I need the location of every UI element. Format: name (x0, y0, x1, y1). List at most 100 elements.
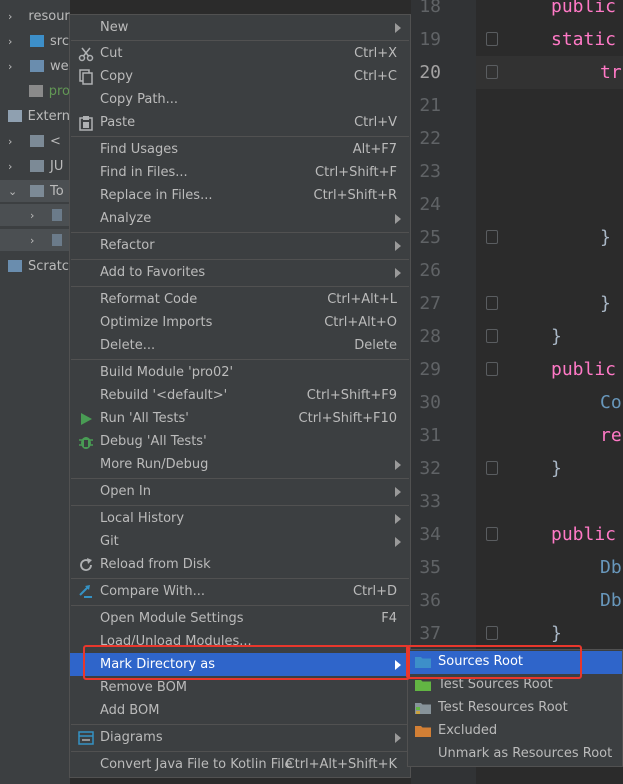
code-line: public (551, 0, 617, 17)
menu-item-open-module-settings[interactable]: Open Module Settings F4 (70, 607, 410, 630)
submenu-item-test-resources-root[interactable]: Test Resources Root (408, 697, 622, 720)
menu-item-label: Build Module 'pro02' (100, 365, 234, 380)
line-number: 18 (419, 0, 441, 17)
code-line: } (551, 623, 562, 644)
tree-row-external-libraries[interactable]: Extern (0, 105, 70, 127)
menu-item-paste[interactable]: Paste Ctrl+V (70, 111, 410, 134)
menu-item-refactor[interactable]: Refactor (70, 234, 410, 257)
tree-row-label: JU (50, 158, 64, 174)
menu-item-local-history[interactable]: Local History (70, 507, 410, 530)
file-icon (29, 85, 43, 97)
fold-marker-icon[interactable] (486, 65, 498, 79)
copy-icon (79, 68, 93, 85)
menu-item-run-tests[interactable]: Run 'All Tests' Ctrl+Shift+F10 (70, 407, 410, 430)
menu-separator (71, 478, 409, 479)
menu-item-label: Replace in Files... (100, 188, 213, 203)
menu-item-analyze[interactable]: Analyze (70, 207, 410, 230)
menu-item-convert-java-to-kotlin[interactable]: Convert Java File to Kotlin File Ctrl+Al… (70, 753, 410, 776)
menu-item-debug-tests[interactable]: Debug 'All Tests' (70, 430, 410, 453)
fold-marker-icon[interactable] (486, 362, 498, 376)
submenu-arrow-icon (395, 513, 401, 524)
menu-item-load-unload-modules[interactable]: Load/Unload Modules... (70, 630, 410, 653)
tree-row-junit[interactable]: › JU (0, 155, 70, 177)
expand-arrow-icon[interactable]: › (30, 209, 42, 222)
menu-item-cut[interactable]: Cut Ctrl+X (70, 42, 410, 65)
expand-arrow-icon[interactable]: › (30, 234, 42, 247)
menu-item-diagrams[interactable]: Diagrams (70, 726, 410, 749)
menu-item-label: Paste (100, 115, 136, 130)
submenu-item-sources-root[interactable]: Sources Root (408, 651, 622, 674)
menu-item-label: Convert Java File to Kotlin File (100, 757, 293, 772)
menu-item-label: Reformat Code (100, 292, 198, 307)
fold-marker-icon[interactable] (486, 296, 498, 310)
menu-item-rebuild[interactable]: Rebuild '<default>' Ctrl+Shift+F9 (70, 384, 410, 407)
menu-item-git[interactable]: Git (70, 530, 410, 553)
tree-row-scratches[interactable]: Scratc (0, 255, 70, 277)
fold-marker-icon[interactable] (486, 626, 498, 640)
menu-item-label: Diagrams (100, 730, 163, 745)
menu-separator (71, 505, 409, 506)
submenu-arrow-icon (395, 240, 401, 251)
submenu-item-unmark-resources-root[interactable]: Unmark as Resources Root (408, 743, 622, 766)
menu-item-label: Open Module Settings (100, 611, 244, 626)
menu-item-shortcut: Ctrl+Shift+R (313, 188, 398, 203)
menu-item-find-usages[interactable]: Find Usages Alt+F7 (70, 138, 410, 161)
menu-item-label: Load/Unload Modules... (100, 634, 252, 649)
menu-item-new[interactable]: New (70, 16, 410, 39)
menu-item-label: More Run/Debug (100, 457, 209, 472)
submenu-arrow-icon (395, 267, 401, 278)
fold-marker-icon[interactable] (486, 230, 498, 244)
menu-item-add-to-favorites[interactable]: Add to Favorites (70, 261, 410, 284)
menu-item-optimize-imports[interactable]: Optimize Imports Ctrl+Alt+O (70, 311, 410, 334)
menu-item-build-module[interactable]: Build Module 'pro02' (70, 361, 410, 384)
menu-item-label: Compare With... (100, 584, 206, 599)
expand-arrow-icon[interactable]: › (8, 160, 20, 173)
menu-item-label: Delete... (100, 338, 156, 353)
submenu-item-label: Unmark as Resources Root (438, 746, 613, 761)
fold-marker-icon[interactable] (486, 329, 498, 343)
menu-item-find-in-files[interactable]: Find in Files... Ctrl+Shift+F (70, 161, 410, 184)
tree-row-resources[interactable]: › resources (0, 5, 70, 27)
tree-row-jar-2[interactable]: › (0, 229, 70, 251)
expand-arrow-icon[interactable]: › (8, 35, 20, 48)
fold-marker-icon[interactable] (486, 527, 498, 541)
menu-item-copy[interactable]: Copy Ctrl+C (70, 65, 410, 88)
expand-arrow-icon[interactable]: › (8, 10, 12, 23)
line-number: 21 (419, 95, 441, 116)
menu-item-open-in[interactable]: Open In (70, 480, 410, 503)
tree-row-src[interactable]: › src (0, 30, 70, 52)
line-number: 27 (419, 293, 441, 314)
submenu-arrow-icon (395, 459, 401, 470)
tree-row-pro[interactable]: pro (0, 80, 70, 102)
expand-arrow-icon[interactable]: › (8, 135, 20, 148)
menu-item-mark-directory-as[interactable]: Mark Directory as (70, 653, 410, 676)
collapse-arrow-icon[interactable]: ⌄ (8, 185, 20, 198)
menu-separator (71, 40, 409, 41)
line-number: 28 (419, 326, 441, 347)
menu-item-copy-path[interactable]: Copy Path... (70, 88, 410, 111)
submenu-item-excluded[interactable]: Excluded (408, 720, 622, 743)
menu-item-remove-bom[interactable]: Remove BOM (70, 676, 410, 699)
menu-item-reload-from-disk[interactable]: Reload from Disk (70, 553, 410, 576)
sources-root-folder-icon (415, 657, 431, 668)
paste-icon (79, 115, 93, 131)
menu-item-replace-in-files[interactable]: Replace in Files... Ctrl+Shift+R (70, 184, 410, 207)
menu-item-shortcut: Ctrl+D (352, 584, 397, 599)
menu-item-reformat-code[interactable]: Reformat Code Ctrl+Alt+L (70, 288, 410, 311)
fold-marker-icon[interactable] (486, 32, 498, 46)
fold-marker-icon[interactable] (486, 461, 498, 475)
tree-row-label: we (50, 58, 69, 74)
sdk-folder-icon (30, 135, 44, 147)
menu-item-delete[interactable]: Delete... Delete (70, 334, 410, 357)
tree-row-web[interactable]: › we (0, 55, 70, 77)
tree-row-tomcat[interactable]: ⌄ To (0, 180, 70, 202)
expand-arrow-icon[interactable]: › (8, 60, 20, 73)
submenu-item-test-sources-root[interactable]: Test Sources Root (408, 674, 622, 697)
menu-item-add-bom[interactable]: Add BOM (70, 699, 410, 722)
menu-item-compare-with[interactable]: Compare With... Ctrl+D (70, 580, 410, 603)
tree-row-sdk[interactable]: › < (0, 130, 70, 152)
tree-row-jar-1[interactable]: › (0, 204, 70, 226)
line-number: 20 (419, 62, 441, 83)
menu-separator (71, 232, 409, 233)
menu-item-more-run-debug[interactable]: More Run/Debug (70, 453, 410, 476)
